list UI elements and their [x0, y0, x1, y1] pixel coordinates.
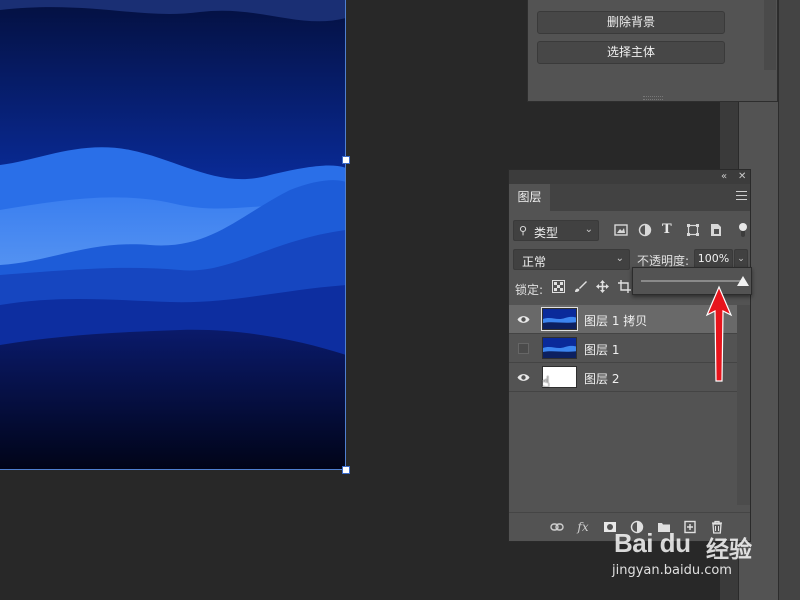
layer-row[interactable]: 图层 1 拷贝 — [509, 305, 737, 334]
close-icon[interactable]: ✕ — [738, 170, 746, 184]
shape-icon[interactable] — [686, 223, 700, 237]
baidu-watermark: Bai du 经验 jingyan.baidu.com — [610, 528, 770, 588]
opacity-slider-popup — [632, 267, 752, 295]
blend-mode-value: 正常 — [522, 255, 547, 269]
opacity-input[interactable]: 100% — [694, 249, 733, 269]
transform-handle-bottom-right[interactable] — [342, 466, 350, 474]
canvas-document[interactable] — [0, 0, 346, 470]
adjustment-icon[interactable] — [638, 223, 652, 237]
fx-icon[interactable]: fx — [576, 520, 590, 534]
search-icon: ⚲ — [519, 224, 528, 237]
chevron-down-icon: ⌄ — [584, 224, 593, 235]
watermark-title: 经验 — [706, 537, 752, 563]
properties-scrollbar[interactable] — [764, 0, 776, 70]
landscape-artwork — [0, 0, 345, 469]
link-icon[interactable] — [550, 520, 564, 534]
lock-pixels-icon[interactable] — [552, 280, 565, 293]
panel-titlebar[interactable]: « ✕ — [509, 170, 750, 184]
opacity-slider-thumb[interactable] — [737, 276, 749, 286]
properties-panel: 删除背景 选择主体 — [527, 0, 778, 102]
red-arrow-annotation — [705, 285, 733, 382]
layer-filter-select[interactable]: ⚲ 类型 ⌄ — [513, 220, 599, 241]
layer-name[interactable]: 图层 2 — [584, 370, 619, 387]
layer-row[interactable]: ☝ 图层 2 — [509, 363, 737, 392]
type-icon[interactable]: T — [662, 223, 676, 237]
layer-thumbnail — [541, 307, 578, 331]
lock-artboard-icon[interactable] — [618, 280, 631, 293]
visibility-toggle-off[interactable] — [518, 343, 529, 354]
tab-layers[interactable]: 图层 — [509, 184, 550, 211]
dock-scrollbar[interactable] — [778, 0, 800, 600]
eye-icon[interactable] — [517, 371, 530, 384]
eye-icon[interactable] — [517, 313, 530, 326]
watermark-logo: Bai du — [614, 528, 691, 558]
layer-name[interactable]: 图层 1 — [584, 341, 619, 358]
layer-name[interactable]: 图层 1 拷贝 — [584, 312, 647, 329]
image-icon[interactable] — [614, 223, 628, 237]
remove-background-button[interactable]: 删除背景 — [537, 11, 725, 34]
lock-paint-icon[interactable] — [574, 280, 587, 293]
collapse-icon[interactable]: « — [721, 170, 727, 184]
hand-cursor-icon: ☝ — [541, 373, 551, 391]
layer-thumbnail — [542, 337, 577, 359]
chevron-down-icon: ⌄ — [615, 253, 624, 264]
lock-move-icon[interactable] — [596, 280, 609, 293]
panel-tabbar: 图层 — [509, 184, 750, 211]
layers-scrollbar[interactable] — [737, 305, 750, 505]
smart-object-icon[interactable] — [709, 223, 723, 237]
watermark-url: jingyan.baidu.com — [612, 563, 732, 578]
opacity-slider-track[interactable] — [641, 280, 743, 282]
panel-menu-icon[interactable] — [736, 191, 747, 203]
opacity-dropdown-button[interactable]: ⌄ — [734, 249, 748, 269]
filter-toggle-switch[interactable] — [738, 222, 748, 238]
blend-mode-select[interactable]: 正常 ⌄ — [513, 249, 630, 270]
lock-label: 锁定: — [515, 283, 544, 297]
panel-resize-grip[interactable] — [643, 96, 663, 100]
layer-row[interactable]: 图层 1 — [509, 334, 737, 363]
transform-handle-right[interactable] — [342, 156, 350, 164]
layer-filter-value: 类型 — [534, 226, 559, 240]
layer-list: 图层 1 拷贝 图层 1 ☝ 图层 2 — [509, 305, 737, 392]
select-subject-button[interactable]: 选择主体 — [537, 41, 725, 64]
